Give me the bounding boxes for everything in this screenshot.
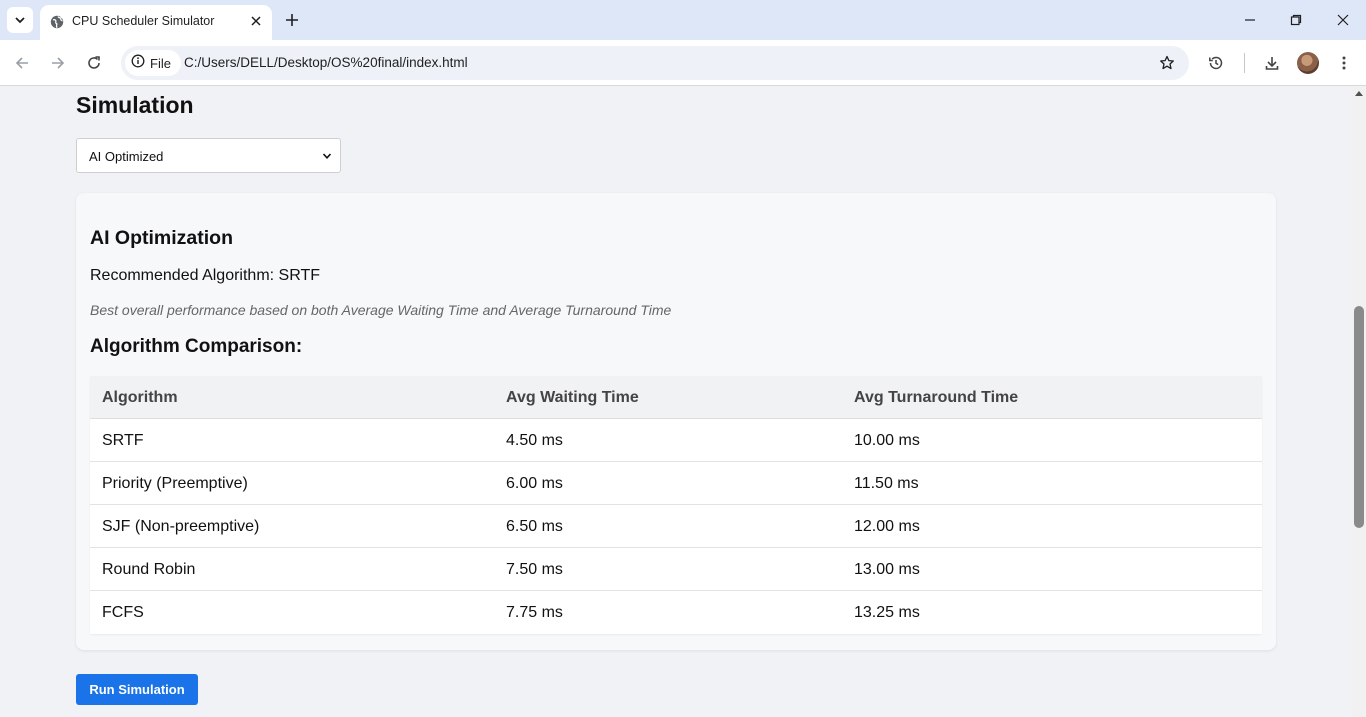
tab-search-icon[interactable] [7,7,33,33]
tab-title: CPU Scheduler Simulator [72,14,215,28]
ai-optimization-card: AI Optimization Recommended Algorithm: S… [76,193,1276,650]
restore-icon[interactable] [1284,8,1308,32]
menu-dots-icon[interactable] [1333,52,1355,74]
scroll-up-arrow-icon[interactable] [1355,91,1363,96]
profile-avatar[interactable] [1297,52,1319,74]
address-bar[interactable]: File C:/Users/DELL/Desktop/OS%20final/in… [121,46,1189,80]
browser-toolbar: File C:/Users/DELL/Desktop/OS%20final/in… [0,40,1366,86]
history-icon[interactable] [1205,52,1227,74]
chevron-down-icon [323,152,331,160]
cell-algorithm: SJF (Non-preemptive) [102,518,260,535]
table-row: Round Robin 7.50 ms 13.00 ms [90,548,1262,591]
scroll-thumb[interactable] [1354,306,1364,528]
cell-avg-waiting: 4.50 ms [506,432,563,449]
table-row: SJF (Non-preemptive) 6.50 ms 12.00 ms [90,505,1262,548]
table-row: SRTF 4.50 ms 10.00 ms [90,419,1262,462]
cell-avg-waiting: 7.75 ms [506,604,563,621]
url-text[interactable]: C:/Users/DELL/Desktop/OS%20final/index.h… [184,55,468,70]
comparison-heading: Algorithm Comparison: [90,336,303,357]
comparison-table: Algorithm Avg Waiting Time Avg Turnaroun… [90,376,1262,634]
browser-tab[interactable]: CPU Scheduler Simulator [40,5,272,40]
cell-avg-turnaround: 13.00 ms [854,561,920,578]
table-header: Algorithm Avg Waiting Time Avg Turnaroun… [90,376,1262,419]
cell-avg-waiting: 6.00 ms [506,475,563,492]
star-icon[interactable] [1157,53,1177,73]
cell-avg-turnaround: 10.00 ms [854,432,920,449]
site-info-chip[interactable]: File [125,50,181,76]
table-row: Priority (Preemptive) 6.00 ms 11.50 ms [90,462,1262,505]
run-simulation-button[interactable]: Run Simulation [76,674,198,705]
cell-avg-waiting: 7.50 ms [506,561,563,578]
page-scrollbar[interactable] [1352,87,1366,717]
forward-arrow-icon[interactable] [46,51,70,75]
reload-icon[interactable] [82,51,106,75]
recommendation-reason: Best overall performance based on both A… [90,302,672,318]
cell-algorithm: SRTF [102,432,144,449]
algorithm-select-value: AI Optimized [89,149,164,164]
table-row: FCFS 7.75 ms 13.25 ms [90,591,1262,634]
cell-avg-waiting: 6.50 ms [506,518,563,535]
ai-heading: AI Optimization [90,227,233,249]
page-title: Simulation [76,92,194,118]
algorithm-select[interactable]: AI Optimized [76,138,341,173]
info-icon [131,54,145,73]
minimize-icon[interactable] [1238,8,1262,32]
download-icon[interactable] [1261,52,1283,74]
cell-avg-turnaround: 11.50 ms [854,475,919,492]
page-viewport: Simulation AI Optimized AI Optimization … [0,87,1352,717]
cell-avg-turnaround: 13.25 ms [854,604,920,621]
cell-algorithm: FCFS [102,604,144,621]
recommended-algorithm: Recommended Algorithm: SRTF [90,267,321,284]
close-icon[interactable] [248,13,264,29]
back-arrow-icon[interactable] [10,51,34,75]
header-avg-waiting: Avg Waiting Time [506,389,639,406]
close-window-icon[interactable] [1331,8,1355,32]
cell-algorithm: Priority (Preemptive) [102,475,248,492]
header-algorithm: Algorithm [102,389,178,406]
plus-icon[interactable] [281,9,303,31]
cell-algorithm: Round Robin [102,561,196,578]
cell-avg-turnaround: 12.00 ms [854,518,920,535]
globe-icon [50,15,64,29]
header-avg-turnaround: Avg Turnaround Time [854,389,1019,406]
tab-bar: CPU Scheduler Simulator [0,0,1366,40]
toolbar-separator [1244,53,1245,73]
chip-label: File [150,55,171,71]
